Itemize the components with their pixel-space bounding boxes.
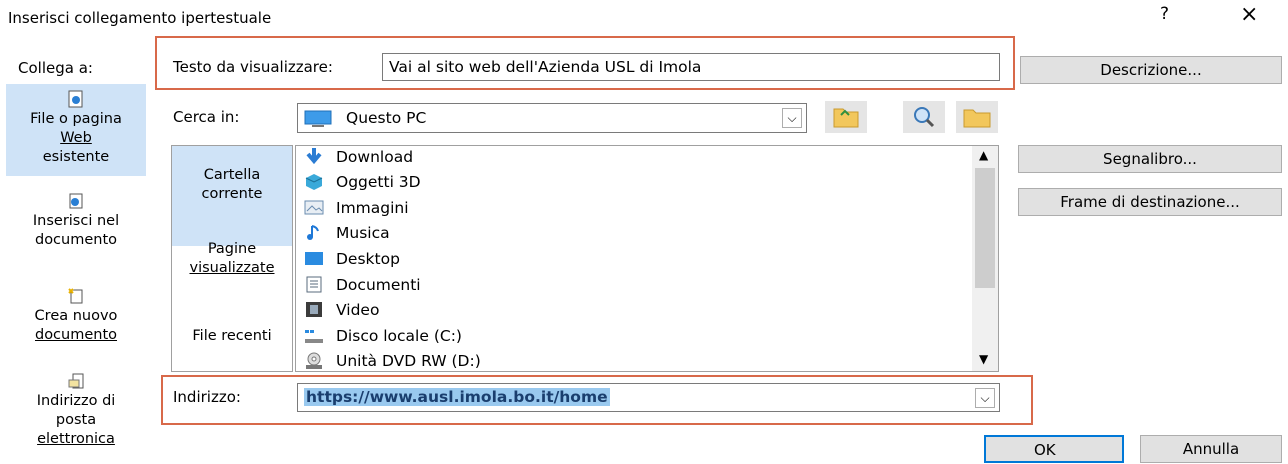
- close-button[interactable]: ×: [1240, 2, 1258, 27]
- email-address-icon: [68, 373, 84, 389]
- video-icon: [306, 302, 322, 317]
- list-item[interactable]: Disco locale (C:): [304, 324, 462, 349]
- tab-recent-files[interactable]: File recenti: [172, 327, 292, 349]
- link-to-existing-line2: Web: [60, 130, 92, 146]
- chevron-down-icon[interactable]: ⌵: [975, 388, 995, 408]
- scroll-thumb[interactable]: [975, 168, 995, 288]
- tab-browsed-pages-line2: visualizzate: [189, 260, 275, 276]
- browse-tabs: Cartella corrente Pagine visualizzate Fi…: [171, 145, 293, 372]
- list-item[interactable]: Unità DVD RW (D:): [304, 349, 481, 371]
- list-item[interactable]: Immagini: [304, 196, 409, 221]
- scroll-up-icon[interactable]: ▲: [979, 148, 988, 162]
- link-to-existing-file[interactable]: File o pagina Web esistente: [6, 84, 146, 176]
- list-item[interactable]: Download: [304, 146, 414, 170]
- list-item[interactable]: Documenti: [304, 273, 421, 298]
- link-to-new-line2: documento: [34, 327, 118, 343]
- link-to-place-line2: documento: [34, 232, 118, 248]
- file-web-icon: [68, 90, 83, 108]
- ok-button[interactable]: OK: [984, 435, 1124, 463]
- address-value: https://www.ausl.imola.bo.it/home: [304, 388, 610, 406]
- file-name: Disco locale (C:): [336, 327, 462, 345]
- help-button[interactable]: ?: [1160, 4, 1169, 24]
- link-to-place-line1: Inserisci nel: [32, 213, 120, 229]
- up-folder-button[interactable]: [825, 101, 867, 133]
- new-document-icon: [68, 288, 83, 304]
- look-in-value: Questo PC: [346, 109, 427, 127]
- address-label: Indirizzo:: [173, 388, 241, 406]
- link-to-existing-line1: File o pagina: [30, 111, 122, 127]
- file-name: Unità DVD RW (D:): [336, 352, 481, 370]
- browse-file-button[interactable]: [956, 101, 998, 133]
- link-to-label: Collega a:: [18, 59, 93, 77]
- bookmark-button[interactable]: Segnalibro...: [1018, 145, 1282, 173]
- computer-icon: [304, 110, 332, 127]
- tab-current-folder[interactable]: Cartella corrente: [172, 146, 292, 246]
- scroll-down-icon[interactable]: ▼: [979, 352, 988, 366]
- place-in-document-icon: [69, 193, 83, 209]
- dvd-drive-icon: [306, 352, 322, 369]
- file-name: Oggetti 3D: [336, 173, 421, 191]
- tab-current-folder-line2: corrente: [201, 186, 263, 202]
- link-to-new-line1: Crea nuovo: [34, 308, 118, 324]
- local-disk-icon: [305, 330, 323, 343]
- tab-browsed-pages-line1: Pagine: [207, 241, 257, 257]
- music-note-icon: [307, 225, 319, 240]
- link-to-existing-line3: esistente: [42, 149, 110, 165]
- look-in-label: Cerca in:: [173, 108, 240, 126]
- text-to-display-input[interactable]: Vai al sito web dell'Azienda USL di Imol…: [382, 53, 1000, 81]
- tab-browsed-pages[interactable]: Pagine visualizzate: [172, 240, 292, 290]
- browse-web-icon: [914, 107, 935, 128]
- list-item[interactable]: Oggetti 3D: [304, 170, 421, 195]
- cancel-button[interactable]: Annulla: [1140, 435, 1282, 463]
- list-item[interactable]: Musica: [304, 221, 390, 246]
- link-to-new-document[interactable]: Crea nuovo documento: [6, 287, 146, 345]
- file-name: Video: [336, 301, 380, 319]
- download-arrow-icon: [306, 148, 322, 165]
- text-to-display-value: Vai al sito web dell'Azienda USL di Imol…: [389, 58, 702, 76]
- chevron-down-icon[interactable]: ⌵: [782, 108, 802, 128]
- list-item[interactable]: Desktop: [304, 247, 400, 272]
- file-name: Documenti: [336, 276, 421, 294]
- file-name: Desktop: [336, 250, 400, 268]
- link-to-email-line3: elettronica: [37, 431, 115, 447]
- file-list-scrollbar[interactable]: ▲ ▼: [972, 146, 998, 371]
- file-name: Download: [336, 148, 414, 166]
- link-to-email-address[interactable]: Indirizzo di posta elettronica: [6, 372, 146, 449]
- look-in-combo[interactable]: Questo PC ⌵: [297, 103, 807, 133]
- file-name: Immagini: [336, 199, 409, 217]
- file-name: Musica: [336, 224, 390, 242]
- description-button[interactable]: Descrizione...: [1020, 56, 1282, 84]
- file-list[interactable]: Download Oggetti 3D Immagini Musica Desk…: [295, 145, 999, 372]
- list-item[interactable]: Video: [304, 298, 379, 323]
- dialog-title: Inserisci collegamento ipertestuale: [8, 9, 272, 27]
- up-folder-icon: [833, 108, 859, 128]
- documents-icon: [306, 276, 322, 293]
- link-to-place-in-document[interactable]: Inserisci nel documento: [6, 192, 146, 250]
- link-to-bar: File o pagina Web esistente Inserisci ne…: [6, 84, 146, 463]
- target-frame-button[interactable]: Frame di destinazione...: [1018, 188, 1282, 216]
- link-to-email-line2: posta: [55, 412, 97, 428]
- desktop-icon: [305, 252, 323, 265]
- 3d-objects-icon: [305, 174, 323, 190]
- open-folder-icon: [963, 109, 991, 128]
- browse-web-button[interactable]: [903, 101, 945, 133]
- address-combo[interactable]: https://www.ausl.imola.bo.it/home ⌵: [297, 383, 1000, 412]
- link-to-email-line1: Indirizzo di: [36, 393, 116, 409]
- pictures-icon: [304, 200, 324, 215]
- text-to-display-label: Testo da visualizzare:: [173, 58, 333, 76]
- tab-current-folder-line1: Cartella: [203, 167, 261, 183]
